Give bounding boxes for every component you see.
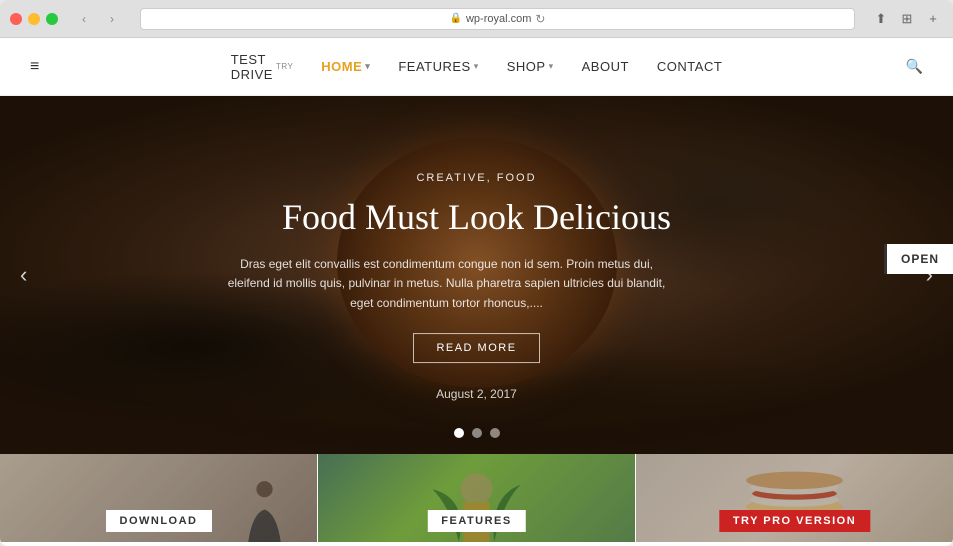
- slider-dot-1[interactable]: [454, 428, 464, 438]
- hero-slider: CREATIVE, FOOD Food Must Look Delicious …: [0, 96, 953, 454]
- shop-chevron-icon: ▾: [549, 61, 554, 72]
- nav-buttons: ‹ ›: [72, 11, 124, 27]
- maximize-button[interactable]: [46, 13, 58, 25]
- hero-category: CREATIVE, FOOD: [227, 172, 727, 184]
- try-pro-label[interactable]: TRY PRO VERSION: [719, 510, 870, 532]
- open-panel-button[interactable]: OPEN: [884, 244, 953, 274]
- slider-dot-2[interactable]: [472, 428, 482, 438]
- search-icon[interactable]: 🔍: [906, 58, 923, 75]
- hamburger-menu[interactable]: ≡: [30, 58, 39, 76]
- bottom-cards: DOWNLOAD FEATURES: [0, 454, 953, 542]
- forward-button[interactable]: ›: [100, 11, 124, 27]
- new-tab-button[interactable]: +: [923, 11, 943, 27]
- read-more-button[interactable]: READ MORE: [413, 333, 539, 363]
- refresh-button[interactable]: ↻: [535, 12, 545, 26]
- nav-item-shop[interactable]: SHOP ▾: [507, 59, 554, 74]
- download-label[interactable]: DOWNLOAD: [106, 510, 212, 532]
- add-tab-icon[interactable]: ⊞: [897, 11, 917, 27]
- features-chevron-icon: ▾: [474, 61, 479, 72]
- nav-item-features[interactable]: FEATURES ▾: [398, 59, 478, 74]
- back-button[interactable]: ‹: [72, 11, 96, 27]
- card-features[interactable]: FEATURES: [318, 454, 635, 542]
- lock-icon: 🔒: [450, 13, 462, 24]
- nav-item-contact[interactable]: CONTACT: [657, 59, 722, 74]
- slider-prev-button[interactable]: ‹: [10, 252, 37, 298]
- hero-title: Food Must Look Delicious: [227, 196, 727, 239]
- nav-item-test-drive[interactable]: TEST DRIVETRY: [231, 52, 294, 82]
- home-chevron-icon: ▾: [365, 61, 370, 72]
- website-content: ≡ TEST DRIVETRY HOME ▾ FEATURES ▾ SHOP ▾…: [0, 38, 953, 546]
- url-text: wp-royal.com: [466, 13, 531, 25]
- nav-links: TEST DRIVETRY HOME ▾ FEATURES ▾ SHOP ▾ A…: [231, 52, 723, 82]
- nav-item-home[interactable]: HOME ▾: [321, 59, 370, 74]
- hero-date: August 2, 2017: [227, 387, 727, 401]
- browser-window: ‹ › 🔒 wp-royal.com ↻ ⬆ ⊞ + ≡ TEST DRIVET…: [0, 0, 953, 546]
- browser-titlebar: ‹ › 🔒 wp-royal.com ↻ ⬆ ⊞ +: [0, 0, 953, 38]
- nav-item-about[interactable]: ABOUT: [582, 59, 629, 74]
- browser-toolbar-right: ⬆ ⊞ +: [871, 11, 943, 27]
- close-button[interactable]: [10, 13, 22, 25]
- hero-description: Dras eget elit convallis est condimentum…: [227, 255, 667, 313]
- minimize-button[interactable]: [28, 13, 40, 25]
- share-icon[interactable]: ⬆: [871, 11, 891, 27]
- card-try-pro[interactable]: TRY PRO VERSION: [636, 454, 953, 542]
- slider-dot-3[interactable]: [490, 428, 500, 438]
- card-download[interactable]: DOWNLOAD: [0, 454, 317, 542]
- features-label[interactable]: FEATURES: [427, 510, 525, 532]
- hero-image: CREATIVE, FOOD Food Must Look Delicious …: [0, 96, 953, 454]
- site-navigation: ≡ TEST DRIVETRY HOME ▾ FEATURES ▾ SHOP ▾…: [0, 38, 953, 96]
- address-bar[interactable]: 🔒 wp-royal.com ↻: [140, 8, 855, 30]
- slider-dots: [454, 428, 500, 438]
- hero-content: CREATIVE, FOOD Food Must Look Delicious …: [227, 172, 727, 401]
